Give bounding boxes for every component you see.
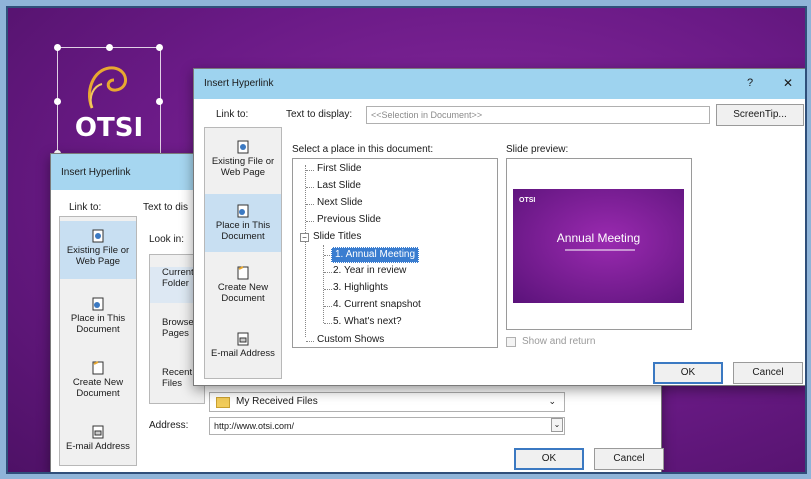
text-to-display-label: Text to dis — [143, 202, 189, 213]
web-page-icon — [92, 229, 104, 243]
email-icon — [237, 332, 249, 346]
logo-swirl-icon — [87, 66, 127, 109]
link-label: E-mail Address — [211, 348, 275, 359]
document-place-icon — [237, 204, 249, 218]
titlebar: Insert Hyperlink ? ✕ — [194, 69, 805, 99]
tree-item-first-slide[interactable]: First Slide — [317, 162, 361, 176]
link-label: Existing File or Web Page — [66, 245, 130, 267]
link-to-bar: Existing File or Web Page Place in This … — [59, 216, 137, 466]
tree-item-next-slide[interactable]: Next Slide — [317, 196, 363, 210]
chevron-down-icon: ⌄ — [548, 396, 556, 406]
link-existing-file[interactable]: Existing File or Web Page — [60, 221, 136, 279]
slide-preview-label: Slide preview: — [506, 144, 569, 155]
link-label: Create New Document — [217, 282, 269, 304]
show-and-return-label: Show and return — [522, 336, 596, 347]
dialog-title: Insert Hyperlink — [204, 78, 274, 89]
text-to-display-label: Text to display: — [286, 109, 353, 120]
link-to-bar: Existing File or Web Page Place in This … — [204, 127, 282, 379]
show-and-return-checkbox[interactable] — [506, 337, 516, 347]
collapse-icon[interactable]: − — [300, 233, 309, 242]
slide-subtitle-line — [565, 249, 635, 251]
slide-logo: OTSI — [519, 197, 536, 204]
select-place-label: Select a place in this document: — [292, 144, 434, 155]
document-place-icon — [92, 297, 104, 311]
help-button[interactable]: ? — [747, 77, 753, 89]
resize-handle[interactable] — [156, 44, 163, 51]
place-tree[interactable]: First Slide Last Slide Next Slide Previo… — [292, 158, 498, 348]
folder-icon — [216, 397, 230, 408]
tree-item-slide-4[interactable]: 4. Current snapshot — [333, 298, 421, 312]
insert-hyperlink-dialog: Insert Hyperlink ? ✕ Link to: Text to di… — [193, 68, 805, 386]
link-to-label: Link to: — [69, 202, 102, 213]
close-icon[interactable]: ✕ — [783, 76, 793, 90]
link-place-in-document[interactable]: Place in This Document — [205, 194, 281, 252]
link-label: E-mail Address — [66, 441, 130, 452]
link-label: Create New Document — [72, 377, 124, 399]
file-name: My Received Files — [236, 396, 318, 407]
slide-canvas: OTSI Insert Hyperlink Link to: Text to d… — [6, 6, 807, 474]
screentip-button[interactable]: ScreenTip... — [716, 104, 804, 126]
resize-handle[interactable] — [156, 98, 163, 105]
link-label: Place in This Document — [70, 313, 126, 335]
slide-preview-pane: OTSI Annual Meeting — [506, 158, 692, 330]
look-in-label: Look in: — [149, 234, 185, 245]
web-page-icon — [237, 140, 249, 154]
tree-item-last-slide[interactable]: Last Slide — [317, 179, 361, 193]
logo-selection-box[interactable]: OTSI — [54, 44, 163, 157]
logo-text: OTSI — [74, 113, 144, 143]
resize-handle[interactable] — [106, 44, 113, 51]
link-label: Place in This Document — [215, 220, 271, 242]
text-to-display-input[interactable]: <<Selection in Document>> — [366, 106, 710, 124]
tree-item-custom-shows[interactable]: Custom Shows — [317, 333, 384, 347]
tree-item-slide-titles[interactable]: Slide Titles — [313, 230, 361, 244]
link-to-label: Link to: — [216, 109, 249, 120]
resize-handle[interactable] — [54, 44, 61, 51]
ok-button[interactable]: OK — [653, 362, 723, 384]
resize-handle[interactable] — [54, 98, 61, 105]
dialog-title: Insert Hyperlink — [61, 167, 131, 178]
cancel-button[interactable]: Cancel — [733, 362, 803, 384]
file-list-row[interactable]: My Received Files ⌄ — [209, 392, 565, 412]
slide-title: Annual Meeting — [556, 231, 641, 245]
slide-thumbnail: OTSI Annual Meeting — [513, 189, 684, 303]
tree-item-slide-5[interactable]: 5. What's next? — [333, 315, 402, 329]
cancel-button[interactable]: Cancel — [594, 448, 664, 470]
tree-item-slide-2[interactable]: 2. Year in review — [333, 264, 406, 278]
tree-item-previous-slide[interactable]: Previous Slide — [317, 213, 381, 227]
new-document-icon — [92, 361, 104, 375]
link-place-in-document[interactable]: Place in This Document — [60, 289, 136, 347]
chevron-down-icon[interactable]: ⌄ — [551, 418, 563, 432]
address-input[interactable]: http://www.otsi.com/ — [209, 417, 565, 435]
link-email-address[interactable]: E-mail Address — [60, 417, 136, 472]
email-icon — [92, 425, 104, 439]
tree-item-slide-3[interactable]: 3. Highlights — [333, 281, 388, 295]
link-existing-file[interactable]: Existing File or Web Page — [205, 132, 281, 186]
link-create-new-document[interactable]: Create New Document — [205, 258, 281, 316]
link-email-address[interactable]: E-mail Address — [205, 324, 281, 380]
link-label: Existing File or Web Page — [211, 156, 275, 178]
new-document-icon — [237, 266, 249, 280]
tree-item-slide-1[interactable]: 1. Annual Meeting — [331, 247, 420, 263]
address-label: Address: — [149, 420, 189, 431]
link-create-new-document[interactable]: Create New Document — [60, 353, 136, 411]
ok-button[interactable]: OK — [514, 448, 584, 470]
